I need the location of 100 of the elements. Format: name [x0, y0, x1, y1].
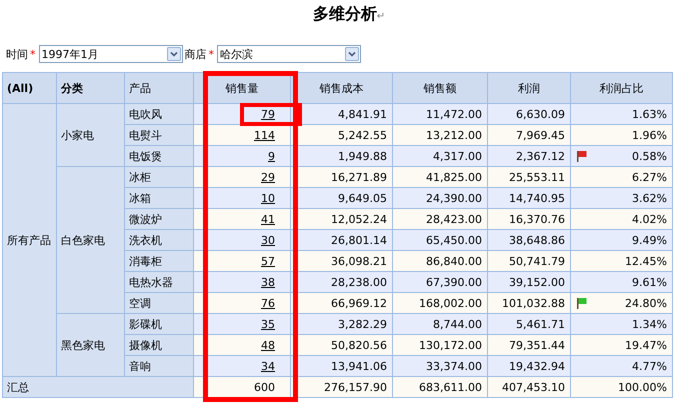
quantity-link[interactable]: 34 [261, 360, 285, 372]
column-header: 利润占比 [570, 72, 672, 104]
quantity-link[interactable]: 48 [261, 338, 285, 352]
quantity-link[interactable]: 29 [261, 170, 285, 184]
filter-select[interactable]: 1997年1月 [38, 45, 182, 63]
table-cell: 2,367.12 [488, 146, 570, 166]
row-header-cell: 影碟机 [124, 314, 194, 334]
filter-label: 商店 [184, 46, 206, 62]
table-cell: 0.58% [632, 150, 667, 162]
quantity-link[interactable]: 38 [261, 276, 285, 288]
quantity-link[interactable]: 114 [254, 128, 285, 142]
table-cell: 16,271.89 [290, 166, 392, 188]
table-cell: 6.27% [632, 170, 667, 184]
row-header-cell: 空调 [124, 292, 194, 314]
table-cell: 1.34% [632, 318, 667, 330]
row-header-cell: 黑色家电 [56, 314, 124, 376]
table-cell: 130,172.00 [392, 334, 488, 356]
quantity-link[interactable]: 30 [261, 234, 285, 246]
dropdown-icon [166, 47, 180, 61]
filter-label: 时间 [6, 46, 28, 62]
dropdown-icon [345, 47, 359, 61]
row-header-cell: 洗衣机 [124, 230, 194, 250]
table-cell: 86,840.00 [392, 250, 488, 272]
paragraph-mark: ↵ [376, 11, 386, 22]
row-header-cell: 冰箱 [124, 188, 194, 208]
row-header-cell: 电吹风 [124, 104, 194, 124]
table-cell: 6,630.09 [488, 104, 570, 124]
table-cell: 38,648.86 [488, 230, 570, 250]
table-cell: 14,740.95 [488, 188, 570, 208]
table-cell: 4.77% [632, 360, 667, 372]
row-header-cell: 微波炉 [124, 208, 194, 230]
row-header-cell: 冰柜 [124, 166, 194, 188]
column-header: (All) [2, 72, 56, 104]
table-cell: 9,649.05 [290, 188, 392, 208]
table-cell: 16,370.76 [488, 208, 570, 230]
table-cell: 13,941.06 [290, 356, 392, 376]
quantity-link[interactable]: 76 [261, 296, 285, 310]
row-header-cell: 电熨斗 [124, 124, 194, 146]
table-cell: 1,949.88 [290, 146, 392, 166]
quantity-link[interactable]: 41 [261, 212, 285, 226]
table-cell: 39,152.00 [488, 272, 570, 292]
table-cell: 19,432.94 [488, 356, 570, 376]
row-header-cell: 电热水器 [124, 272, 194, 292]
table-cell: 3,282.29 [290, 314, 392, 334]
page-title: 多维分析 [312, 4, 377, 25]
quantity-link[interactable]: 10 [261, 192, 285, 204]
row-header-cell: 电饭煲 [124, 146, 194, 166]
table-cell: 24,390.00 [392, 188, 488, 208]
table-cell: 33,374.00 [392, 356, 488, 376]
table-cell: 28,238.00 [290, 272, 392, 292]
quantity-link[interactable]: 35 [261, 318, 285, 330]
quantity-link[interactable]: 79 [261, 108, 285, 120]
table-cell: 13,212.00 [392, 124, 488, 146]
table-cell: 79,351.44 [488, 334, 570, 356]
row-header-cell: 摄像机 [124, 334, 194, 356]
row-header-cell: 白色家电 [56, 166, 124, 314]
required-marker: * [208, 48, 214, 60]
table-cell: 67,390.00 [392, 272, 488, 292]
table-cell: 19.47% [625, 338, 667, 352]
total-label: 汇总 [2, 376, 194, 398]
table-cell: 24.80% [625, 296, 667, 310]
table-cell: 28,423.00 [392, 208, 488, 230]
table-cell: 4,317.00 [392, 146, 488, 166]
table-cell: 12.45% [625, 254, 667, 268]
table-cell: 66,969.12 [290, 292, 392, 314]
required-marker: * [30, 48, 36, 60]
table-cell: 276,157.90 [290, 376, 392, 398]
quantity-link[interactable]: 9 [268, 150, 285, 162]
column-header: 销售成本 [290, 72, 392, 104]
table-cell: 36,098.21 [290, 250, 392, 272]
table-cell: 683,611.00 [392, 376, 488, 398]
table-cell: 407,453.10 [488, 376, 570, 398]
row-header-cell: 消毒柜 [124, 250, 194, 272]
table-cell: 9.49% [632, 234, 667, 246]
table-cell: 5,461.71 [488, 314, 570, 334]
column-header: 分类 [56, 72, 124, 104]
table-cell: 50,741.79 [488, 250, 570, 272]
column-header: 利润 [488, 72, 570, 104]
table-cell: 101,032.88 [488, 292, 570, 314]
table-cell: 9.61% [632, 276, 667, 288]
table-cell: 50,820.56 [290, 334, 392, 356]
table-cell: 25,553.11 [488, 166, 570, 188]
filter-select[interactable]: 哈尔滨 [217, 45, 361, 63]
table-cell: 1.63% [632, 108, 667, 120]
quantity-link[interactable]: 57 [261, 254, 285, 268]
table-cell: 1.96% [632, 128, 667, 142]
table-cell: 7,969.45 [488, 124, 570, 146]
table-cell: 65,450.00 [392, 230, 488, 250]
row-header-cell: 小家电 [56, 104, 124, 166]
row-header-cell: 音响 [124, 356, 194, 376]
table-cell: 11,472.00 [392, 104, 488, 124]
table-cell: 26,801.14 [290, 230, 392, 250]
column-header: 销售额 [392, 72, 488, 104]
table-cell: 41,825.00 [392, 166, 488, 188]
table-cell: 8,744.00 [392, 314, 488, 334]
table-cell: 100.00% [570, 376, 672, 398]
table-cell: 12,052.24 [290, 208, 392, 230]
table-cell: 3.62% [632, 192, 667, 204]
column-header: 产品 [124, 72, 194, 104]
row-header-cell: 所有产品 [2, 104, 56, 376]
